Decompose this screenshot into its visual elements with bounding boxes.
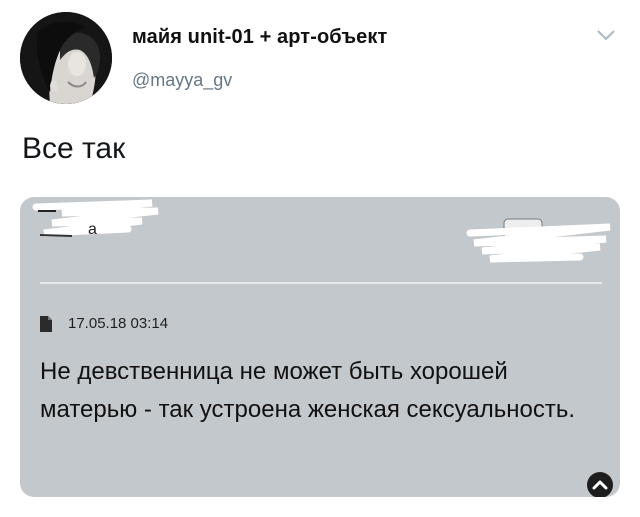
chevron-down-icon[interactable] <box>596 28 616 42</box>
avatar[interactable] <box>20 12 112 104</box>
quote-text: Не девственница не может быть хорошей ма… <box>40 358 576 423</box>
post-meta: 17.05.18 03:14 <box>40 315 168 332</box>
author-name[interactable]: майя unit-01 + арт-объект <box>132 26 387 49</box>
tweet: майя unit-01 + арт-объект @mayya_gv Все … <box>0 0 640 517</box>
tweet-text: Все так <box>22 132 126 165</box>
post-date: 17.05.18 03:14 <box>68 315 169 332</box>
redaction-scribble <box>32 199 159 237</box>
author-handle[interactable]: @mayya_gv <box>132 70 232 91</box>
document-icon <box>40 315 52 332</box>
divider <box>40 282 602 284</box>
cropped-text: а <box>88 221 97 238</box>
avatar-photo <box>20 12 112 104</box>
chevron-up-icon[interactable] <box>587 472 613 497</box>
redaction-scribble-right <box>466 218 611 263</box>
attached-screenshot[interactable]: а 17.05.18 03:14 Не девственница не може… <box>20 197 620 497</box>
